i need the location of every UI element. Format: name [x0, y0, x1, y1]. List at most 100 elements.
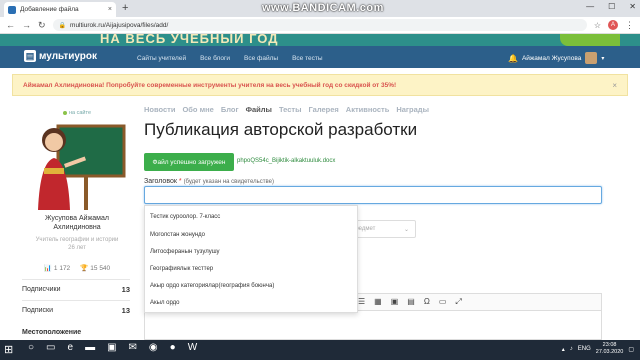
- record-icon[interactable]: ●: [170, 342, 176, 353]
- chrome-icon[interactable]: ◉: [149, 342, 158, 353]
- tab-gallery[interactable]: Галерея: [309, 105, 339, 114]
- stat-views: 📊 1 172: [44, 264, 71, 273]
- tab-files[interactable]: Файлы: [246, 105, 272, 114]
- dropdown-item[interactable]: Акыл ордо: [150, 300, 179, 306]
- list-icon[interactable]: ☰: [358, 297, 365, 307]
- dropdown-item[interactable]: Литосферанын тузулушу: [150, 249, 220, 255]
- tab-title: Добавление файла: [20, 6, 79, 13]
- stat-views-value: 1 172: [53, 264, 71, 272]
- arrow-right-icon[interactable]: →: [22, 20, 31, 30]
- profile-tabs: Новости Обо мне Блог Файлы Тесты Галерея…: [144, 105, 429, 114]
- nav-link-files[interactable]: Все файлы: [244, 55, 278, 62]
- tab-activity[interactable]: Активность: [346, 105, 390, 114]
- lock-icon: 🔒: [58, 22, 67, 29]
- tab-close-icon[interactable]: ×: [108, 6, 112, 13]
- star-icon[interactable]: ☆: [594, 21, 601, 30]
- required-mark: *: [178, 178, 182, 185]
- user-menu[interactable]: 🔔 Айжамал Жусупова ▾: [508, 52, 604, 64]
- edge-icon[interactable]: e: [68, 342, 74, 353]
- online-status: на сайте: [63, 110, 91, 116]
- url-field[interactable]: 🔒 multiurok.ru/Aijajusipova/files/add/: [52, 19, 587, 31]
- sidebar-item-subscriptions[interactable]: Подписки 13: [22, 300, 130, 320]
- online-status-text: на сайте: [69, 110, 92, 116]
- language-indicator[interactable]: ENG: [578, 346, 591, 352]
- title-label-text: Заголовок: [144, 178, 177, 185]
- window-controls: — ☐ ✕: [586, 2, 636, 11]
- word-icon[interactable]: W: [188, 342, 197, 353]
- mail-icon[interactable]: ✉: [129, 342, 137, 353]
- promo-alert: Айжамал Ахлиндиновна! Попробуйте совреме…: [12, 74, 628, 96]
- browser-tab[interactable]: Добавление файла ×: [4, 2, 116, 17]
- editor-body[interactable]: [144, 311, 602, 340]
- network-icon[interactable]: ▴: [562, 346, 565, 353]
- banner-text: НА ВЕСЬ УЧЕБНЫЙ ГОД: [100, 34, 279, 46]
- favicon-icon: [8, 5, 16, 14]
- editor-toolbar-icons: ☰ ▦ ▣ ▤ Ω ▭ ⤢: [358, 297, 462, 307]
- tab-awards[interactable]: Награды: [396, 105, 429, 114]
- alert-close-icon[interactable]: ×: [612, 81, 617, 90]
- uploaded-file-link[interactable]: phpoQS54c_Bijiktik-alkaktuuluk.docx: [237, 158, 335, 164]
- search-icon[interactable]: ○: [28, 342, 34, 353]
- nav-link-tests[interactable]: Все тесты: [292, 55, 322, 62]
- site-logo[interactable]: ▤ мультиурок: [24, 50, 97, 62]
- kebab-menu-icon[interactable]: ⋮: [625, 20, 634, 31]
- dropdown-item[interactable]: Географиялык тесттер: [150, 266, 213, 272]
- fullscreen-icon[interactable]: ⤢: [455, 297, 461, 307]
- tab-blog[interactable]: Блог: [221, 105, 239, 114]
- profile-name[interactable]: Жусупова Айжамал Ахлиндиновна: [24, 214, 130, 232]
- upload-status-button[interactable]: Файл успешно загружен: [144, 153, 234, 171]
- volume-icon[interactable]: ♪: [570, 346, 573, 352]
- task-view-icon[interactable]: ▭: [46, 342, 55, 353]
- dropdown-item[interactable]: Тестик суроолор. 7-класс: [150, 214, 220, 220]
- new-tab-button[interactable]: +: [122, 2, 128, 14]
- folder-icon[interactable]: ▬: [85, 342, 95, 353]
- notifications-icon[interactable]: ▢: [628, 346, 634, 353]
- trophy-icon: 🏆: [80, 265, 89, 272]
- title-input[interactable]: [144, 186, 602, 204]
- user-name: Айжамал Жусупова: [521, 54, 582, 62]
- profile-years: 26 лет: [68, 245, 86, 251]
- tab-about[interactable]: Обо мне: [182, 105, 213, 114]
- sidebar-item-count: 13: [121, 285, 130, 294]
- nav-link-blogs[interactable]: Все блоги: [200, 55, 230, 62]
- windows-start-icon[interactable]: ⊞: [4, 343, 13, 356]
- clock[interactable]: 23:08 27.03.2020: [596, 342, 624, 356]
- chevron-down-icon: ⌄: [403, 226, 409, 233]
- teacher-avatar[interactable]: [24, 118, 130, 210]
- nav-link-teacher-sites[interactable]: Сайты учителей: [137, 55, 186, 62]
- alert-text: Айжамал Ахлиндиновна! Попробуйте совреме…: [23, 81, 397, 89]
- bell-icon[interactable]: 🔔: [508, 54, 518, 63]
- logo-icon: ▤: [24, 50, 36, 62]
- maximize-button[interactable]: ☐: [608, 2, 615, 11]
- minimize-button[interactable]: —: [586, 2, 594, 11]
- arrow-left-icon[interactable]: ←: [6, 20, 15, 30]
- url-text: multiurok.ru/Aijajusipova/files/add/: [70, 21, 169, 29]
- site-nav-links: Сайты учителей Все блоги Все файлы Все т…: [137, 55, 323, 62]
- reload-icon[interactable]: ↻: [38, 20, 46, 31]
- user-avatar: [585, 52, 598, 64]
- autocomplete-dropdown: Тестик суроолор. 7-класс Моголстан жонун…: [144, 205, 358, 313]
- sidebar-item-label: Подписчики: [22, 286, 61, 293]
- promo-banner[interactable]: НА ВЕСЬ УЧЕБНЫЙ ГОД: [0, 34, 640, 46]
- profile-stats: 📊 1 172 🏆 15 540: [24, 264, 130, 273]
- grid-icon[interactable]: ▤: [407, 297, 415, 307]
- table-icon[interactable]: ▦: [374, 297, 382, 307]
- omega-icon[interactable]: Ω: [424, 297, 430, 307]
- page-title: Публикация авторской разработки: [144, 120, 418, 139]
- clock-date: 27.03.2020: [595, 349, 624, 355]
- browser-profile-avatar[interactable]: A: [608, 20, 618, 30]
- sidebar-item-subscribers[interactable]: Подписчики 13: [22, 279, 130, 299]
- image-icon[interactable]: ▣: [391, 297, 399, 307]
- address-bar: ← → ↻ 🔒 multiurok.ru/Aijajusipova/files/…: [0, 17, 640, 34]
- tab-news[interactable]: Новости: [144, 105, 175, 114]
- profile-role: Учитель географии и истории 26 лет: [24, 236, 130, 252]
- system-tray: ▴ ♪ ENG 23:08 27.03.2020 ▢: [562, 342, 634, 356]
- store-icon[interactable]: ▣: [107, 342, 116, 353]
- banner-decoration: [560, 34, 620, 46]
- tab-tests[interactable]: Тесты: [279, 105, 302, 114]
- dropdown-item[interactable]: Акыр ордо категориялар(география боюнча): [150, 283, 274, 289]
- close-window-button[interactable]: ✕: [629, 2, 636, 11]
- clock-time: 23:08: [602, 342, 617, 348]
- source-icon[interactable]: ▭: [439, 297, 447, 307]
- dropdown-item[interactable]: Моголстан жонундо: [150, 232, 205, 238]
